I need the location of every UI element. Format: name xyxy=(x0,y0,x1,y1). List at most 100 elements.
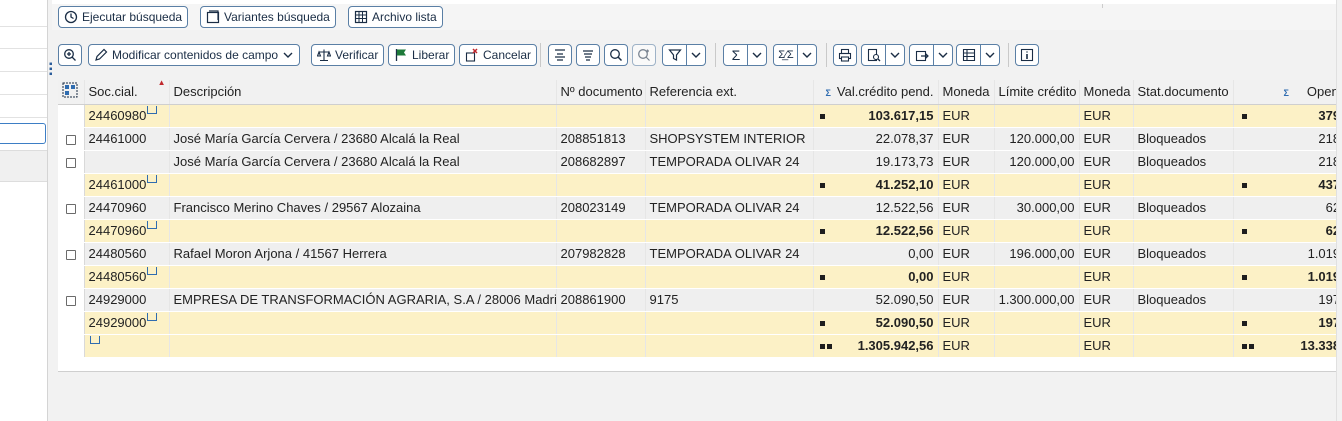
cell-document[interactable]: 208023149 xyxy=(556,196,646,220)
col-open-invoice[interactable]: ΣOpen Invoice xyxy=(1233,80,1342,105)
filter-dropdown[interactable] xyxy=(686,45,704,65)
subtotal-row[interactable]: 24480560 0,00 EUR EUR 1.019.703,55 xyxy=(58,265,1342,289)
cell-currency2[interactable]: EUR xyxy=(1079,334,1134,358)
cell-document[interactable] xyxy=(556,265,646,289)
cell-external-ref[interactable]: SHOPSYSTEM INTERIOR xyxy=(645,127,814,151)
search-variants-button[interactable]: Variantes búsqueda xyxy=(200,6,336,28)
cell-credit-limit[interactable] xyxy=(994,104,1080,128)
cell-company[interactable]: 24470960 xyxy=(84,219,170,243)
cell-description[interactable] xyxy=(169,311,557,335)
table-row[interactable]: 24461000 José María García Cervera / 2368… xyxy=(58,127,1342,151)
export-main[interactable] xyxy=(911,45,933,65)
cell-doc-status[interactable]: Bloqueados xyxy=(1133,127,1234,151)
sort-button[interactable] xyxy=(576,44,600,66)
cell-description[interactable] xyxy=(169,334,557,358)
cell-credit-limit[interactable] xyxy=(994,334,1080,358)
cell-company[interactable]: 24929000 xyxy=(84,311,170,335)
cell-description[interactable] xyxy=(169,219,557,243)
print-button[interactable] xyxy=(833,44,857,66)
cell-doc-status[interactable] xyxy=(1133,104,1234,128)
row-checkbox[interactable] xyxy=(65,134,76,145)
col-credit-limit[interactable]: Límite crédito xyxy=(994,80,1080,105)
row-checkbox[interactable] xyxy=(65,295,76,306)
cell-document[interactable] xyxy=(556,311,646,335)
cell-credit-limit[interactable] xyxy=(994,265,1080,289)
cell-credit-limit[interactable] xyxy=(994,311,1080,335)
cell-currency1[interactable]: EUR xyxy=(938,127,995,151)
filter-main[interactable] xyxy=(664,45,686,65)
cell-credit-limit[interactable]: 120.000,00 xyxy=(994,150,1080,174)
subtotal-row[interactable]: 24929000 52.090,50 EUR EUR 197.809,85 xyxy=(58,311,1342,335)
cell-company[interactable]: 24461000 xyxy=(84,173,170,197)
cell-currency1[interactable]: EUR xyxy=(938,265,995,289)
cell-currency1[interactable]: EUR xyxy=(938,150,995,174)
cell-currency1[interactable]: EUR xyxy=(938,219,995,243)
execute-search-button[interactable]: Ejecutar búsqueda xyxy=(58,6,189,28)
subtotal-row[interactable]: 24461000 41.252,10 EUR EUR 437.234,58 xyxy=(58,173,1342,197)
cell-external-ref[interactable] xyxy=(645,219,814,243)
cell-currency2[interactable]: EUR xyxy=(1079,150,1134,174)
cell-document[interactable]: 208861900 xyxy=(556,288,646,312)
col-currency1[interactable]: Moneda xyxy=(938,80,995,105)
cell-description[interactable]: Francisco Merino Chaves / 29567 Alozaina xyxy=(169,196,557,220)
export-button[interactable] xyxy=(909,44,953,66)
cell-currency1[interactable]: EUR xyxy=(938,288,995,312)
cell-open-invoice[interactable]: 218.617,29 xyxy=(1233,127,1342,151)
cell-currency2[interactable]: EUR xyxy=(1079,196,1134,220)
cell-credit-pending[interactable]: 0,00 xyxy=(813,265,939,289)
cell-description[interactable]: José María García Cervera / 23680 Alcalá… xyxy=(169,127,557,151)
cell-currency1[interactable]: EUR xyxy=(938,173,995,197)
cell-credit-pending[interactable]: 12.522,56 xyxy=(813,219,939,243)
left-panel-row[interactable] xyxy=(0,71,47,72)
cell-currency2[interactable]: EUR xyxy=(1079,242,1134,266)
cell-document[interactable] xyxy=(556,334,646,358)
cell-credit-limit[interactable]: 120.000,00 xyxy=(994,127,1080,151)
left-panel-row[interactable] xyxy=(0,117,47,118)
row-checkbox[interactable] xyxy=(65,203,76,214)
cell-doc-status[interactable] xyxy=(1133,334,1234,358)
cell-external-ref[interactable]: TEMPORADA OLIVAR 24 xyxy=(645,242,814,266)
cell-open-invoice[interactable]: 197.809,85 xyxy=(1233,311,1342,335)
cell-currency2[interactable]: EUR xyxy=(1079,173,1134,197)
subtotal-row[interactable]: 24470960 12.522,56 EUR EUR 62.240,13 xyxy=(58,219,1342,243)
subtotal-level-icon[interactable] xyxy=(147,106,158,114)
cell-credit-pending[interactable]: 103.617,15 xyxy=(813,104,939,128)
align-top-button[interactable] xyxy=(548,44,572,66)
cell-external-ref[interactable] xyxy=(645,173,814,197)
cell-currency1[interactable]: EUR xyxy=(938,334,995,358)
cell-external-ref[interactable] xyxy=(645,334,814,358)
cell-credit-pending[interactable]: 1.305.942,56 xyxy=(813,334,939,358)
cell-doc-status[interactable] xyxy=(1133,173,1234,197)
export-dropdown[interactable] xyxy=(933,45,951,65)
cell-credit-limit[interactable] xyxy=(994,219,1080,243)
find-next-button[interactable] xyxy=(632,44,656,66)
cell-credit-pending[interactable]: 22.078,37 xyxy=(813,127,939,151)
row-selector[interactable] xyxy=(58,288,85,312)
cell-currency2[interactable]: EUR xyxy=(1079,127,1134,151)
cell-company[interactable]: 24470960 xyxy=(84,196,170,220)
list-file-button[interactable]: Archivo lista xyxy=(348,6,443,28)
row-checkbox[interactable] xyxy=(65,249,76,260)
sum-main[interactable]: Σ xyxy=(725,45,747,65)
grand-total-row[interactable]: 1.305.942,56 EUR EUR 13.338.432,36 xyxy=(58,334,1342,358)
cell-open-invoice[interactable]: 437.234,58 xyxy=(1233,173,1342,197)
cell-currency2[interactable]: EUR xyxy=(1079,219,1134,243)
cell-open-invoice[interactable]: 379.618,10 xyxy=(1233,104,1342,128)
cell-company[interactable]: 24460980 xyxy=(84,104,170,128)
cell-credit-limit[interactable]: 30.000,00 xyxy=(994,196,1080,220)
cell-doc-status[interactable] xyxy=(1133,311,1234,335)
cell-company[interactable]: 24480560 xyxy=(84,242,170,266)
cell-document[interactable] xyxy=(556,173,646,197)
info-button[interactable] xyxy=(1015,44,1039,66)
subtotal-level-icon[interactable] xyxy=(147,175,158,183)
row-selector[interactable] xyxy=(58,127,85,151)
release-button[interactable]: Liberar xyxy=(388,44,456,66)
views-dropdown[interactable] xyxy=(885,45,903,65)
layout-button[interactable] xyxy=(956,44,1000,66)
cell-credit-pending[interactable]: 41.252,10 xyxy=(813,173,939,197)
cell-document[interactable] xyxy=(556,104,646,128)
left-panel-input[interactable] xyxy=(0,123,46,144)
left-panel-row[interactable] xyxy=(0,48,47,49)
zoom-details-button[interactable] xyxy=(58,44,82,66)
cell-external-ref[interactable]: 9175 xyxy=(645,288,814,312)
